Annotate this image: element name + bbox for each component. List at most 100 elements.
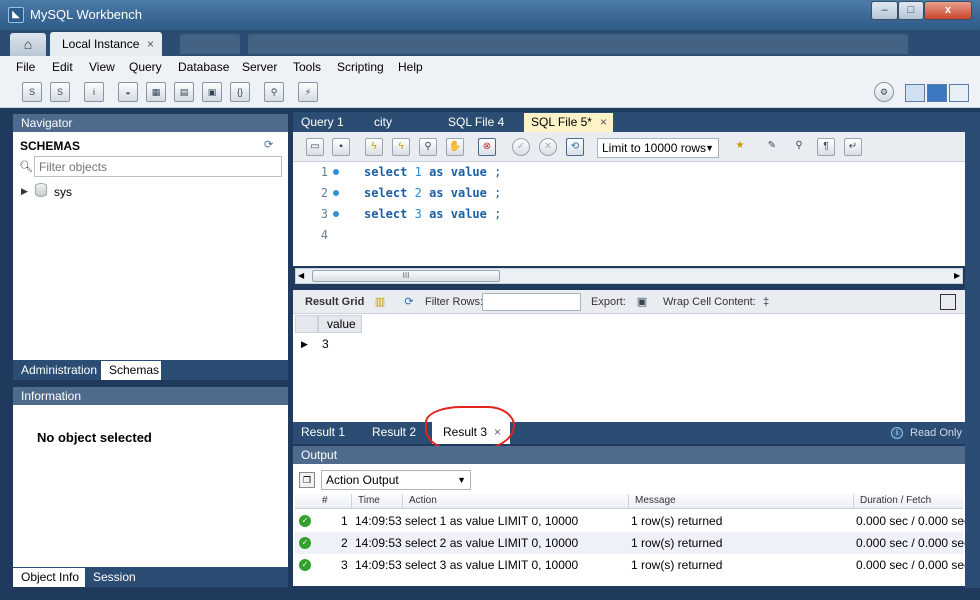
number-literal: 2 [414, 186, 422, 200]
menu-query[interactable]: Query [129, 60, 162, 74]
grid-header-corner [295, 315, 318, 333]
save-icon[interactable]: ▪ [332, 138, 350, 156]
menu-scripting[interactable]: Scripting [337, 60, 384, 74]
menu-file[interactable]: File [16, 60, 35, 74]
tab-administration[interactable]: Administration [13, 361, 101, 380]
tab-session[interactable]: Session [85, 568, 155, 587]
settings-icon[interactable]: ⚙ [874, 82, 894, 102]
tab-schemas[interactable]: Schemas [101, 361, 161, 380]
toggle-panel-icon[interactable] [940, 294, 956, 310]
new-sql-tab-icon[interactable]: S [22, 82, 42, 102]
menu-server[interactable]: Server [242, 60, 277, 74]
export-icon[interactable]: ▣ [634, 294, 650, 310]
explain-icon[interactable]: ⚲ [419, 138, 437, 156]
invisible-chars-icon[interactable]: ¶ [817, 138, 835, 156]
tab-label: SQL File 5* [531, 115, 592, 129]
copy-icon[interactable]: ❐ [299, 472, 315, 488]
tab-object-info[interactable]: Object Info [13, 568, 85, 587]
close-window-button[interactable]: x [924, 1, 972, 20]
object-inspector-icon[interactable]: i [84, 82, 104, 102]
code-line[interactable]: select 1 as value ; [364, 165, 501, 179]
create-function-icon[interactable]: {} [230, 82, 250, 102]
menu-edit[interactable]: Edit [52, 60, 73, 74]
menu-tools[interactable]: Tools [293, 60, 321, 74]
tab-result-1[interactable]: Result 1 [301, 425, 345, 439]
row-duration: 0.000 sec / 0.000 sec [856, 536, 971, 550]
filter-rows-input[interactable] [482, 293, 581, 311]
grid-view-icon[interactable]: ▥ [372, 294, 388, 310]
create-view-icon[interactable]: ▤ [174, 82, 194, 102]
limit-rows-select[interactable]: Limit to 10000 rows ▼ [597, 138, 719, 158]
close-tab-icon[interactable]: × [600, 113, 607, 132]
menu-help[interactable]: Help [398, 60, 423, 74]
wrap-cell-content-label: Wrap Cell Content: [663, 296, 756, 308]
filter-objects-input[interactable] [34, 156, 282, 177]
row-time: 14:09:53 [355, 558, 402, 572]
folder-open-icon[interactable]: ▭ [306, 138, 324, 156]
code-line[interactable]: select 2 as value ; [364, 186, 501, 200]
line-number: 3 [320, 207, 328, 221]
column-header[interactable]: Time [358, 495, 380, 506]
close-tab-icon[interactable]: × [147, 32, 154, 56]
tab-sql-file-4[interactable]: SQL File 4 [440, 113, 520, 132]
rollback-icon[interactable]: ✕ [539, 138, 557, 156]
maximize-button[interactable]: □ [898, 1, 924, 20]
scrollbar-thumb[interactable]: III [312, 270, 500, 282]
beautify-icon[interactable]: ✎ [763, 138, 781, 156]
scroll-left-icon[interactable]: ◀ [298, 271, 304, 280]
output-type-select[interactable]: Action Output ▼ [321, 470, 471, 490]
background-tab [248, 34, 908, 54]
ok-icon: ✓ [299, 515, 311, 527]
limit-rows-value: Limit to 10000 rows [602, 141, 707, 155]
execute-icon[interactable]: ϟ [365, 138, 383, 156]
bookmark-icon[interactable]: ★ [731, 138, 749, 156]
secondary-sidebar-collapsed [965, 112, 980, 588]
execute-current-icon[interactable]: ϟ [392, 138, 410, 156]
tab-sql-file-5[interactable]: SQL File 5* × [524, 113, 613, 133]
create-procedure-icon[interactable]: ▣ [202, 82, 222, 102]
window-title: MySQL Workbench [30, 7, 142, 22]
refresh-icon[interactable]: ⟳ [264, 138, 273, 151]
search-table-data-icon[interactable]: ⚲ [264, 82, 284, 102]
reconnect-icon[interactable]: ⚡ [298, 82, 318, 102]
home-tab[interactable]: ⌂ [10, 33, 46, 56]
read-only-icon: i [891, 427, 903, 439]
autocommit-icon[interactable]: ⟲ [566, 138, 584, 156]
refresh-icon[interactable]: ⟳ [401, 294, 417, 310]
find-icon[interactable]: ⚲ [790, 138, 808, 156]
search-icon: 🔍︎ [19, 161, 33, 173]
toggle-secondary-sidebar-button[interactable] [949, 84, 969, 102]
tab-local-instance[interactable]: Local Instance × [50, 32, 162, 56]
column-divider [628, 494, 629, 509]
wrap-icon[interactable]: ↵ [844, 138, 862, 156]
terminator: ; [494, 165, 502, 179]
schema-item-sys[interactable]: sys [54, 185, 72, 199]
tab-city[interactable]: city [366, 113, 426, 132]
toggle-sidebar-button[interactable] [905, 84, 925, 102]
menu-database[interactable]: Database [178, 60, 229, 74]
tab-result-2[interactable]: Result 2 [372, 425, 416, 439]
column-header[interactable]: Action [409, 495, 437, 506]
stop-icon[interactable]: ✋ [446, 138, 464, 156]
export-label: Export: [591, 296, 626, 308]
toggle-error-icon[interactable]: ⊗ [478, 138, 496, 156]
wrap-text-icon[interactable]: ‡ [758, 294, 774, 310]
commit-icon[interactable]: ✓ [512, 138, 530, 156]
open-sql-script-icon[interactable]: S [50, 82, 70, 102]
scroll-right-icon[interactable]: ▶ [954, 271, 960, 280]
keyword: select [364, 186, 408, 200]
code-line[interactable]: select 3 as value ; [364, 207, 501, 221]
column-header[interactable]: Message [635, 495, 676, 506]
column-header[interactable]: # [322, 495, 328, 506]
tab-query-1[interactable]: Query 1 [293, 113, 365, 132]
toggle-output-button[interactable] [927, 84, 947, 102]
column-divider [402, 494, 403, 509]
create-schema-icon[interactable]: ◒ [118, 82, 138, 102]
menu-view[interactable]: View [89, 60, 115, 74]
create-table-icon[interactable]: ▦ [146, 82, 166, 102]
grid-column-header[interactable]: value [318, 315, 362, 333]
expand-triangle-icon[interactable]: ▶ [21, 186, 28, 197]
column-header[interactable]: Duration / Fetch [860, 495, 931, 506]
grid-cell[interactable]: 3 [322, 337, 329, 351]
minimize-button[interactable]: – [871, 1, 898, 20]
